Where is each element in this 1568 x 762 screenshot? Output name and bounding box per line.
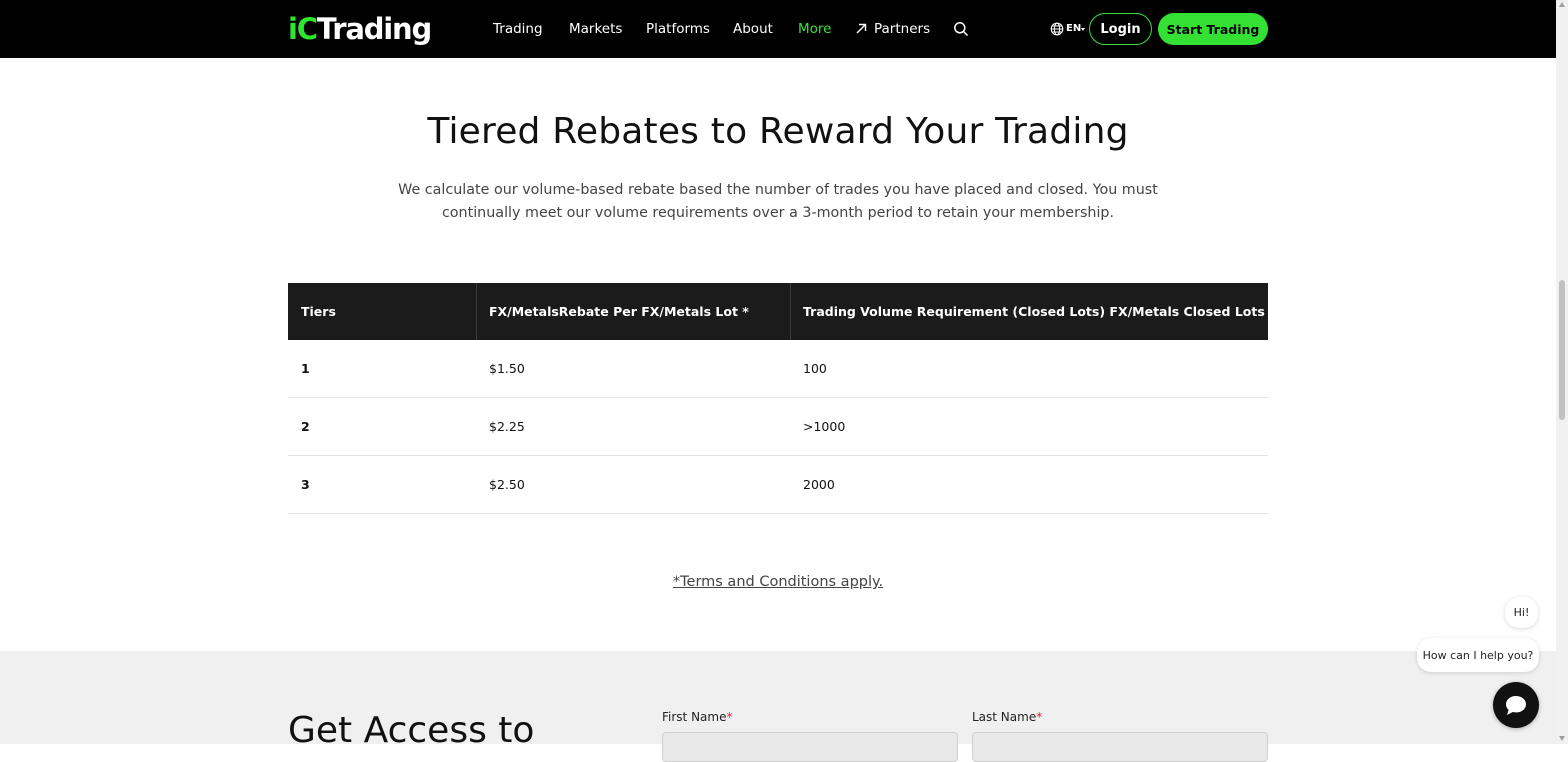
login-button[interactable]: Login [1089,13,1152,45]
header-volume: Trading Volume Requirement (Closed Lots)… [803,304,1265,319]
required-mark: * [726,710,733,724]
globe-icon[interactable] [1050,22,1064,36]
start-trading-button[interactable]: Start Trading [1158,13,1268,45]
nav-item-partners[interactable]: Partners [874,19,930,39]
header-tiers: Tiers [301,304,336,319]
last-name-label-text: Last Name [972,710,1037,724]
caret-down-icon [1081,28,1085,31]
nav-item-about[interactable]: About [733,19,773,39]
table-header: Tiers FX/MetalsRebate Per FX/Metals Lot … [288,283,1268,340]
rebate-tiers-table: Tiers FX/MetalsRebate Per FX/Metals Lot … [288,283,1268,514]
first-name-label-text: First Name [662,710,727,724]
tier-cell: 1 [301,361,310,376]
nav-item-more[interactable]: More [798,19,831,39]
form-section-title: Get Access to [288,710,535,751]
volume-cell: 100 [803,361,827,376]
header-divider [790,283,791,340]
scrollbar-thumb[interactable] [1559,280,1565,420]
chat-icon [1506,696,1526,715]
logo-trading: Trading [316,12,432,46]
nav-item-trading[interactable]: Trading [493,19,543,39]
rebate-cell: $2.50 [489,477,525,492]
section-description: We calculate our volume-based rebate bas… [398,182,1158,221]
nav-item-markets[interactable]: Markets [569,19,622,39]
tier-cell: 3 [301,477,310,492]
header-divider [476,283,477,340]
search-icon[interactable] [953,21,969,37]
top-navigation-bar: iCTrading Trading Markets Platforms Abou… [0,0,1556,58]
last-name-field[interactable] [972,732,1268,762]
terms-link[interactable]: *Terms and Conditions apply. [673,574,883,590]
scroll-up-arrow-icon[interactable] [1559,2,1565,7]
first-name-field[interactable] [662,732,958,762]
rebate-cell: $2.25 [489,419,525,434]
ictrading-logo[interactable]: iCTrading [288,10,432,48]
rebate-cell: $1.50 [489,361,525,376]
page-title: Tiered Rebates to Reward Your Trading [427,111,1129,152]
logo-ic: iC [288,12,318,46]
table-row: 1 $1.50 100 [288,340,1268,398]
chat-help-bubble[interactable]: How can I help you? [1417,638,1539,672]
table-row: 3 $2.50 2000 [288,456,1268,514]
terms-container: *Terms and Conditions apply. [0,571,1556,593]
chat-greeting-bubble[interactable]: Hi! [1505,597,1538,628]
header-rebate: FX/MetalsRebate Per FX/Metals Lot * [489,304,749,319]
external-arrow-icon [856,23,867,34]
required-mark: * [1036,710,1043,724]
signup-form-section [0,651,1556,744]
volume-cell: 2000 [803,477,835,492]
chat-launcher-button[interactable] [1493,682,1539,728]
tier-cell: 2 [301,419,310,434]
first-name-label: First Name* [662,708,732,726]
table-row: 2 $2.25 >1000 [288,398,1268,456]
language-selector[interactable]: EN [1066,22,1081,36]
volume-cell: >1000 [803,419,846,434]
scroll-down-arrow-icon[interactable] [1559,736,1565,741]
nav-item-platforms[interactable]: Platforms [646,19,710,39]
last-name-label: Last Name* [972,708,1042,726]
